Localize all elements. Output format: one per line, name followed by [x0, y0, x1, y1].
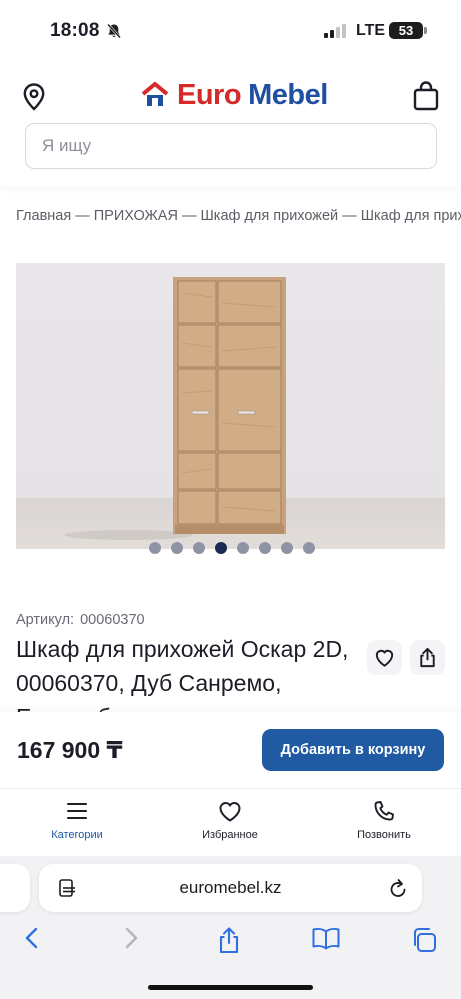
logo-text: Euro Mebel — [177, 79, 328, 112]
product-title: Шкаф для прихожей Оскар 2D, 00060370, Ду… — [16, 636, 349, 712]
article-number: Артикул: 00060370 — [16, 612, 145, 628]
forward-icon[interactable] — [121, 926, 141, 950]
network-type: LTE — [356, 22, 386, 39]
product-image[interactable] — [16, 263, 445, 549]
gallery-dot[interactable] — [193, 542, 205, 554]
battery-cap — [424, 27, 427, 34]
heart-icon — [375, 649, 394, 667]
nav-categories-label: Категории — [51, 829, 103, 841]
signal-icon — [324, 24, 346, 38]
share-button[interactable] — [410, 640, 445, 675]
site-header: Euro Mebel — [0, 62, 461, 186]
gallery-pagination — [149, 542, 315, 554]
gallery-dot[interactable] — [281, 542, 293, 554]
house-logo-icon — [141, 82, 169, 106]
nav-call[interactable]: Позвонить — [329, 799, 439, 841]
shopping-bag-icon[interactable] — [412, 80, 440, 112]
logo-word-euro: Euro — [177, 78, 242, 111]
nav-favorites-label: Избранное — [202, 829, 258, 841]
gallery-dot[interactable] — [237, 542, 249, 554]
share-icon — [420, 647, 435, 668]
article-label: Артикул: — [16, 612, 75, 628]
bell-slash-icon — [107, 23, 121, 39]
logo-word-mebel: Mebel — [248, 78, 328, 111]
article-value: 00060370 — [80, 612, 145, 628]
buy-bar: 167 900 ₸ Добавить в корзину — [0, 712, 461, 788]
bottom-nav: Категории Избранное Позвонить — [0, 788, 461, 856]
gallery-dot[interactable] — [149, 542, 161, 554]
product-price: 167 900 ₸ — [17, 737, 123, 763]
nav-call-label: Позвонить — [357, 829, 411, 841]
breadcrumb[interactable]: Главная — ПРИХОЖАЯ — Шкаф для прихожей —… — [16, 208, 461, 224]
gallery-dot-active[interactable] — [215, 542, 227, 554]
share-icon[interactable] — [216, 926, 242, 954]
nav-favorites[interactable]: Избранное — [175, 799, 285, 841]
wardrobe-illustration — [65, 277, 286, 540]
menu-icon — [67, 803, 87, 819]
search-box[interactable] — [25, 123, 437, 169]
add-to-favorites-button[interactable] — [367, 640, 402, 675]
home-indicator — [148, 985, 313, 990]
battery-icon: 53 — [389, 22, 423, 39]
back-icon[interactable] — [22, 926, 42, 950]
gallery-dot[interactable] — [171, 542, 183, 554]
tabs-icon[interactable] — [410, 926, 438, 954]
gallery-dot[interactable] — [259, 542, 271, 554]
add-to-cart-button[interactable]: Добавить в корзину — [262, 729, 444, 771]
location-pin-icon[interactable] — [20, 82, 48, 112]
nav-categories[interactable]: Категории — [22, 799, 132, 841]
search-input[interactable] — [26, 124, 436, 168]
bookmarks-icon[interactable] — [311, 926, 341, 952]
phone-icon — [374, 801, 394, 821]
reload-icon[interactable] — [388, 877, 408, 899]
logo[interactable]: Euro Mebel — [141, 78, 328, 112]
heart-icon — [219, 802, 241, 822]
status-bar: 18:08 LTE 53 — [0, 0, 461, 62]
gallery-dot[interactable] — [303, 542, 315, 554]
browser-toolbar: euromebel.kz — [0, 856, 461, 999]
status-time: 18:08 — [50, 20, 100, 41]
previous-tab-preview[interactable] — [0, 864, 30, 912]
url-text[interactable]: euromebel.kz — [39, 878, 422, 898]
address-bar[interactable]: euromebel.kz — [39, 864, 422, 912]
